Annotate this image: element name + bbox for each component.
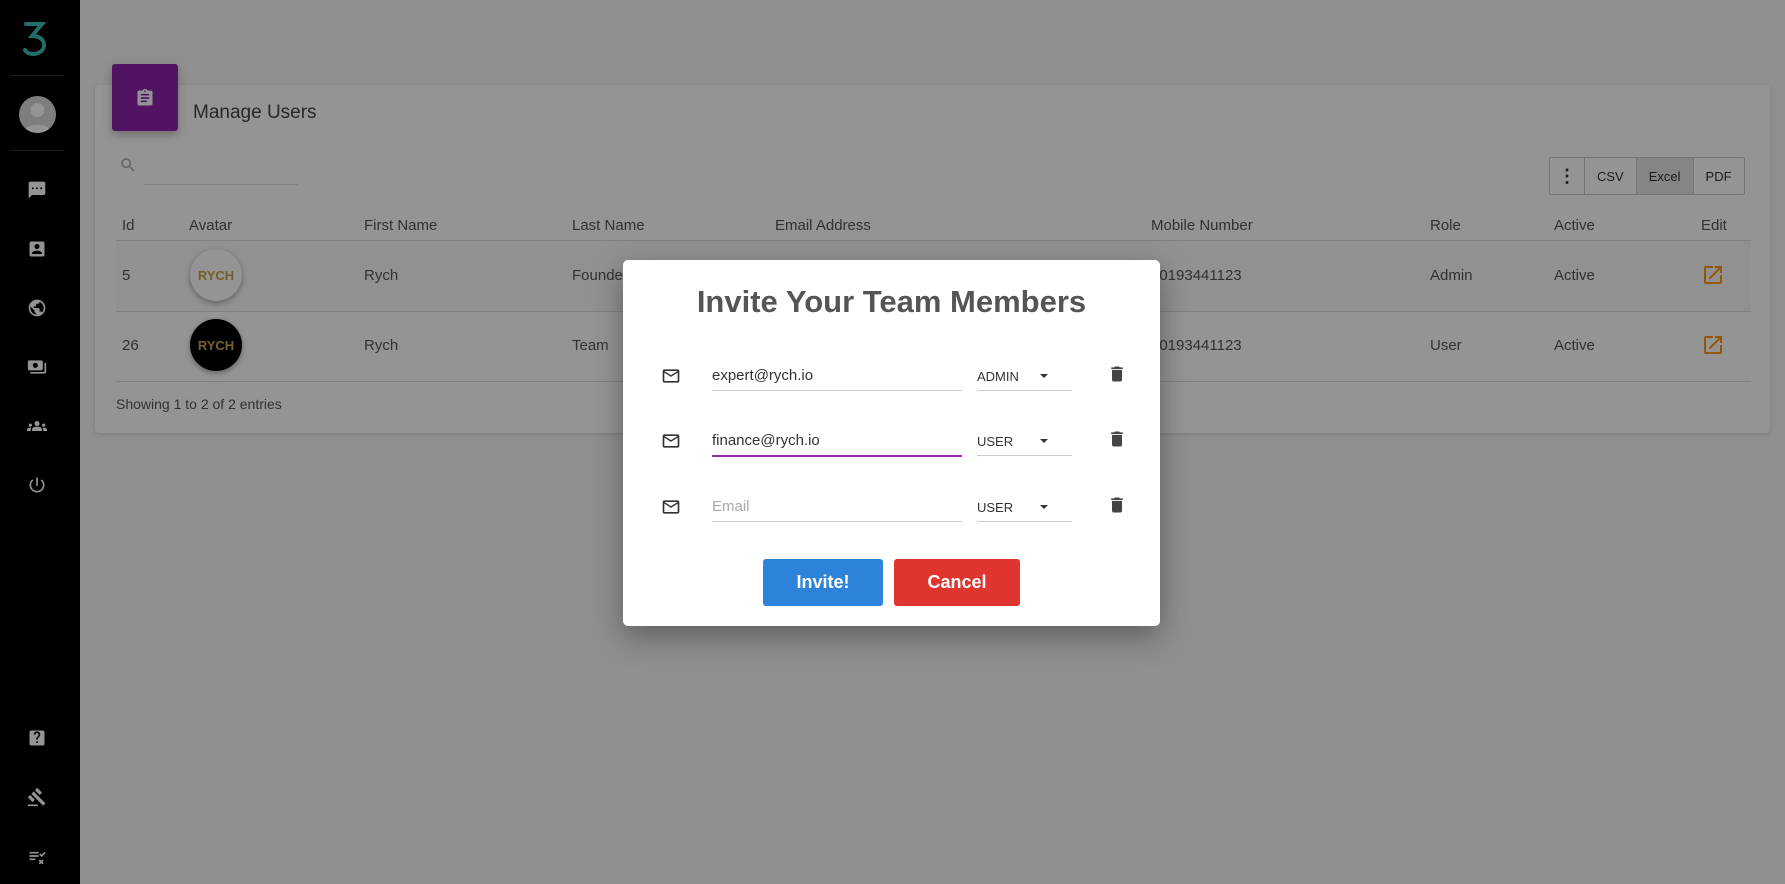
role-select[interactable]: USER xyxy=(977,493,1072,522)
mail-icon xyxy=(661,431,681,451)
invite-button[interactable]: Invite! xyxy=(763,559,883,606)
dropdown-arrow-icon xyxy=(1040,439,1048,443)
dropdown-arrow-icon xyxy=(1040,505,1048,509)
dropdown-arrow-icon xyxy=(1040,374,1048,378)
invite-row: USER xyxy=(661,485,1123,525)
mail-icon xyxy=(661,497,681,517)
invite-row: ADMIN xyxy=(661,354,1123,394)
role-value: ADMIN xyxy=(977,368,1019,384)
email-field[interactable] xyxy=(712,425,962,457)
delete-icon[interactable] xyxy=(1107,429,1127,449)
delete-icon[interactable] xyxy=(1107,364,1127,384)
mail-icon xyxy=(661,366,681,386)
email-field[interactable] xyxy=(712,491,962,522)
delete-icon[interactable] xyxy=(1107,495,1127,515)
role-value: USER xyxy=(977,433,1014,449)
email-field[interactable] xyxy=(712,360,962,391)
invite-modal: Invite Your Team Members ADMIN USER xyxy=(623,260,1160,626)
cancel-button[interactable]: Cancel xyxy=(894,559,1020,606)
modal-title: Invite Your Team Members xyxy=(696,284,1087,319)
role-value: USER xyxy=(977,499,1014,515)
role-select[interactable]: USER xyxy=(977,427,1072,456)
role-select[interactable]: ADMIN xyxy=(977,362,1072,391)
invite-row: USER xyxy=(661,419,1123,459)
